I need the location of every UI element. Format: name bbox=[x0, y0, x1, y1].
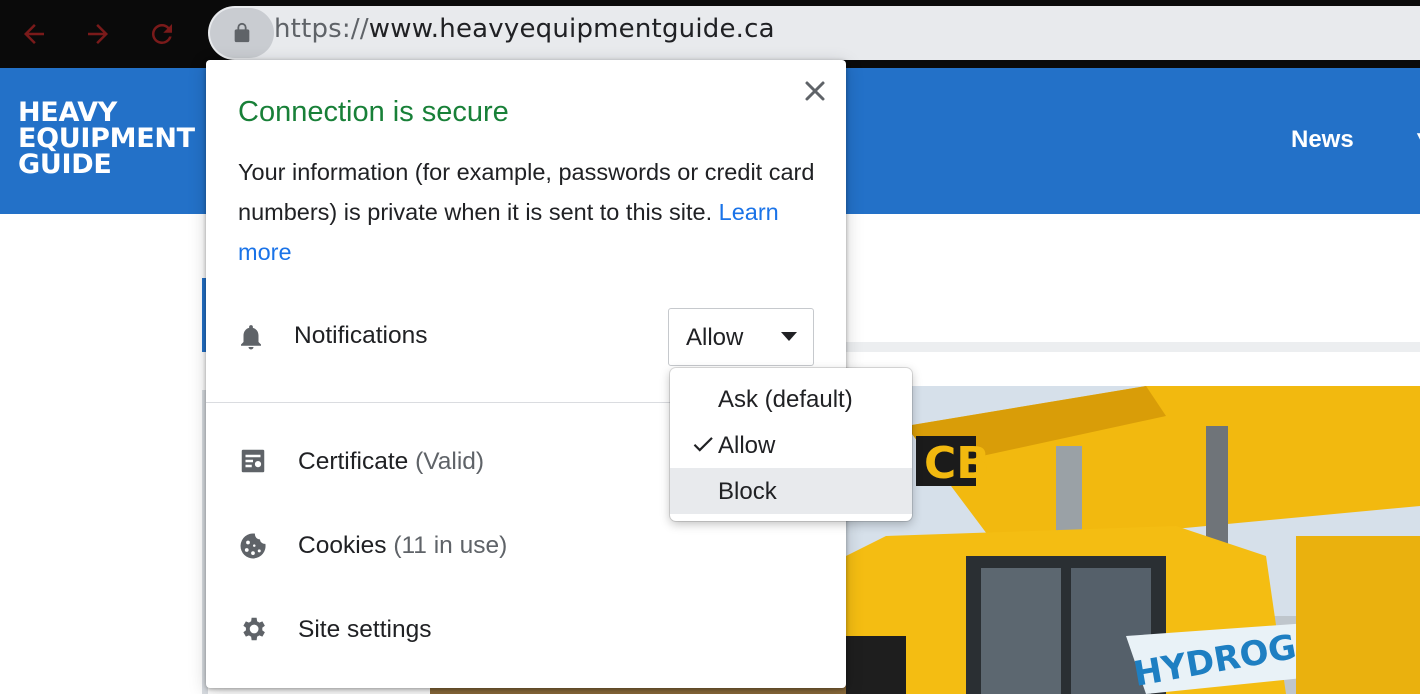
cookies-label: Cookies (11 in use) bbox=[298, 532, 507, 560]
nav-link-news[interactable]: News bbox=[1291, 126, 1354, 154]
content-divider bbox=[846, 342, 1420, 352]
notifications-select[interactable]: Allow bbox=[668, 308, 814, 366]
nav-more-indicator: ▼ bbox=[1412, 126, 1420, 154]
menu-option-ask[interactable]: Ask (default) bbox=[670, 376, 912, 422]
menu-option-allow[interactable]: Allow bbox=[670, 422, 912, 468]
excavator-illustration: CB HYDROGEN bbox=[846, 386, 1420, 694]
certificate-icon bbox=[241, 449, 265, 473]
site-settings-row[interactable]: Site settings bbox=[206, 600, 846, 660]
permission-row-notifications: Notifications Allow bbox=[206, 304, 846, 370]
url-text[interactable]: https://www.heavyequipmentguide.ca bbox=[274, 14, 775, 44]
reload-icon bbox=[151, 23, 172, 44]
close-icon bbox=[805, 81, 825, 101]
popup-title: Connection is secure bbox=[238, 96, 509, 128]
menu-option-label: Block bbox=[718, 478, 777, 505]
back-button[interactable] bbox=[14, 14, 54, 54]
back-arrow-icon bbox=[24, 24, 44, 44]
lock-icon bbox=[234, 22, 250, 43]
bell-icon bbox=[241, 325, 261, 350]
menu-option-label: Ask (default) bbox=[718, 386, 853, 413]
certificate-status: (Valid) bbox=[415, 448, 485, 475]
forward-button[interactable] bbox=[78, 14, 118, 54]
url-host: www.heavyequipmentguide.ca bbox=[368, 14, 775, 44]
select-value: Allow bbox=[686, 324, 744, 351]
notifications-dropdown-menu: Ask (default) Allow Block bbox=[670, 368, 912, 521]
forward-arrow-icon bbox=[88, 24, 108, 44]
gear-icon bbox=[243, 617, 265, 641]
logo-line: GUIDE bbox=[18, 149, 112, 180]
certificate-label: Certificate (Valid) bbox=[298, 448, 484, 476]
cookies-row[interactable]: Cookies (11 in use) bbox=[206, 516, 846, 576]
site-settings-label: Site settings bbox=[298, 616, 432, 643]
reload-button[interactable] bbox=[142, 14, 182, 54]
svg-text:CB: CB bbox=[924, 438, 990, 489]
site-info-button[interactable] bbox=[210, 8, 274, 58]
certificate-text: Certificate bbox=[298, 448, 409, 475]
permission-label: Notifications bbox=[294, 322, 428, 349]
menu-option-label: Allow bbox=[718, 432, 776, 459]
menu-option-block[interactable]: Block bbox=[670, 468, 912, 514]
caret-down-icon bbox=[781, 332, 797, 341]
hero-image[interactable]: CB HYDROGEN bbox=[846, 386, 1420, 694]
site-logo[interactable]: HEAVY EQUIPMENT GUIDE bbox=[18, 99, 195, 180]
close-button[interactable] bbox=[798, 74, 832, 108]
cookie-icon bbox=[240, 533, 266, 559]
browser-window: https://www.heavyequipmentguide.ca HEAVY… bbox=[0, 0, 1420, 694]
cookies-text: Cookies bbox=[298, 532, 387, 559]
browser-toolbar: https://www.heavyequipmentguide.ca bbox=[0, 0, 1420, 68]
popup-description: Your information (for example, passwords… bbox=[238, 152, 828, 272]
url-scheme: https:// bbox=[274, 14, 369, 44]
checkmark-icon bbox=[693, 437, 713, 452]
cookies-count: (11 in use) bbox=[393, 532, 508, 559]
